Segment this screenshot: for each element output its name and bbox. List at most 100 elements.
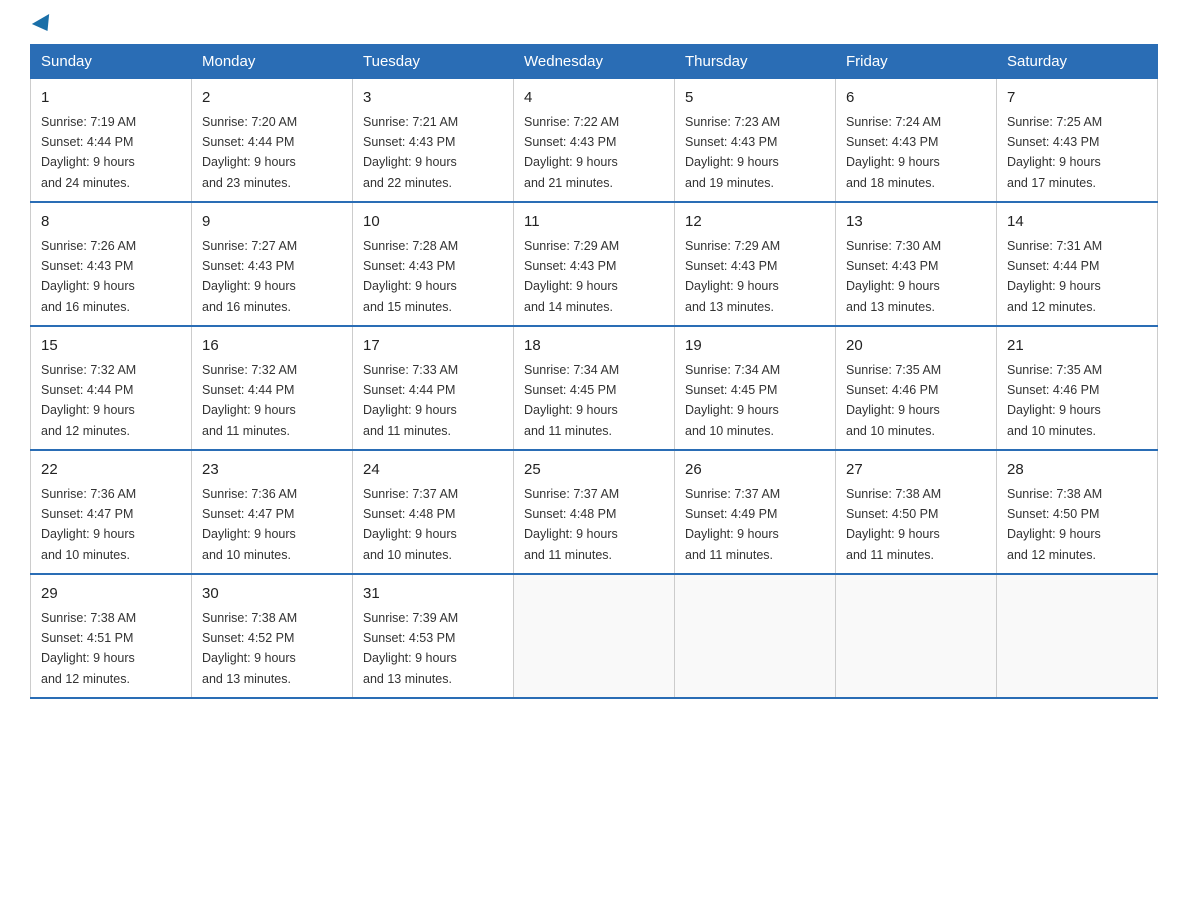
- day-number: 29: [41, 583, 181, 606]
- weekday-header-sunday: Sunday: [31, 45, 192, 79]
- calendar-table: SundayMondayTuesdayWednesdayThursdayFrid…: [30, 44, 1158, 699]
- day-number: 11: [524, 211, 664, 234]
- day-number: 30: [202, 583, 342, 606]
- day-cell: 26 Sunrise: 7:37 AMSunset: 4:49 PMDayligh…: [675, 450, 836, 574]
- day-number: 10: [363, 211, 503, 234]
- day-number: 6: [846, 87, 986, 110]
- day-info: Sunrise: 7:19 AMSunset: 4:44 PMDaylight:…: [41, 115, 136, 190]
- day-number: 4: [524, 87, 664, 110]
- day-number: 28: [1007, 459, 1147, 482]
- day-number: 24: [363, 459, 503, 482]
- week-row-2: 8 Sunrise: 7:26 AMSunset: 4:43 PMDaylight…: [31, 202, 1158, 326]
- day-info: Sunrise: 7:34 AMSunset: 4:45 PMDaylight:…: [685, 363, 780, 438]
- day-number: 31: [363, 583, 503, 606]
- day-cell: 20 Sunrise: 7:35 AMSunset: 4:46 PMDayligh…: [836, 326, 997, 450]
- weekday-header-tuesday: Tuesday: [353, 45, 514, 79]
- day-number: 15: [41, 335, 181, 358]
- weekday-header-friday: Friday: [836, 45, 997, 79]
- day-number: 9: [202, 211, 342, 234]
- day-info: Sunrise: 7:38 AMSunset: 4:52 PMDaylight:…: [202, 611, 297, 686]
- weekday-header-thursday: Thursday: [675, 45, 836, 79]
- day-cell: 28 Sunrise: 7:38 AMSunset: 4:50 PMDayligh…: [997, 450, 1158, 574]
- weekday-header-wednesday: Wednesday: [514, 45, 675, 79]
- day-cell: 13Sunrise: 7:30 AMSunset: 4:43 PMDayligh…: [836, 202, 997, 326]
- day-number: 25: [524, 459, 664, 482]
- day-info: Sunrise: 7:27 AMSunset: 4:43 PMDaylight:…: [202, 239, 297, 314]
- day-cell: [997, 574, 1158, 698]
- day-info: Sunrise: 7:38 AMSunset: 4:50 PMDaylight:…: [846, 487, 941, 562]
- day-cell: 9 Sunrise: 7:27 AMSunset: 4:43 PMDaylight…: [192, 202, 353, 326]
- day-number: 16: [202, 335, 342, 358]
- day-number: 22: [41, 459, 181, 482]
- day-number: 17: [363, 335, 503, 358]
- day-cell: 10 Sunrise: 7:28 AMSunset: 4:43 PMDayligh…: [353, 202, 514, 326]
- day-cell: 2Sunrise: 7:20 AMSunset: 4:44 PMDaylight…: [192, 79, 353, 203]
- day-cell: 15Sunrise: 7:32 AMSunset: 4:44 PMDayligh…: [31, 326, 192, 450]
- day-info: Sunrise: 7:29 AMSunset: 4:43 PMDaylight:…: [685, 239, 780, 314]
- week-row-5: 29 Sunrise: 7:38 AMSunset: 4:51 PMDayligh…: [31, 574, 1158, 698]
- day-info: Sunrise: 7:22 AMSunset: 4:43 PMDaylight:…: [524, 115, 619, 190]
- day-cell: [514, 574, 675, 698]
- day-cell: 4 Sunrise: 7:22 AMSunset: 4:43 PMDaylight…: [514, 79, 675, 203]
- day-info: Sunrise: 7:37 AMSunset: 4:48 PMDaylight:…: [363, 487, 458, 562]
- day-info: Sunrise: 7:38 AMSunset: 4:51 PMDaylight:…: [41, 611, 136, 686]
- weekday-header-monday: Monday: [192, 45, 353, 79]
- logo-triangle-icon: [32, 14, 56, 36]
- weekday-header-saturday: Saturday: [997, 45, 1158, 79]
- week-row-3: 15 Sunrise: 7:32 AMSunset: 4:44 PMDayligh…: [31, 326, 1158, 450]
- day-cell: 29 Sunrise: 7:38 AMSunset: 4:51 PMDayligh…: [31, 574, 192, 698]
- day-number: 14: [1007, 211, 1147, 234]
- day-cell: 8 Sunrise: 7:26 AMSunset: 4:43 PMDaylight…: [31, 202, 192, 326]
- day-cell: 6 Sunrise: 7:24 AMSunset: 4:43 PMDaylight…: [836, 79, 997, 203]
- day-info: Sunrise: 7:32 AMSunset: 4:44 PMDaylight:…: [202, 363, 297, 438]
- week-row-4: 22 Sunrise: 7:36 AMSunset: 4:47 PMDayligh…: [31, 450, 1158, 574]
- day-info: Sunrise: 7:36 AMSunset: 4:47 PMDaylight:…: [202, 487, 297, 562]
- day-cell: 23 Sunrise: 7:36 AMSunset: 4:47 PMDayligh…: [192, 450, 353, 574]
- day-cell: 17Sunrise: 7:33 AMSunset: 4:44 PMDayligh…: [353, 326, 514, 450]
- day-number: 23: [202, 459, 342, 482]
- page-header: [30, 20, 1158, 34]
- day-info: Sunrise: 7:24 AMSunset: 4:43 PMDaylight:…: [846, 115, 941, 190]
- day-info: Sunrise: 7:26 AMSunset: 4:43 PMDaylight:…: [41, 239, 136, 314]
- day-cell: 24 Sunrise: 7:37 AMSunset: 4:48 PMDayligh…: [353, 450, 514, 574]
- day-info: Sunrise: 7:37 AMSunset: 4:49 PMDaylight:…: [685, 487, 780, 562]
- day-cell: 30 Sunrise: 7:38 AMSunset: 4:52 PMDayligh…: [192, 574, 353, 698]
- day-info: Sunrise: 7:35 AMSunset: 4:46 PMDaylight:…: [846, 363, 941, 438]
- day-info: Sunrise: 7:29 AMSunset: 4:43 PMDaylight:…: [524, 239, 619, 314]
- day-cell: 31 Sunrise: 7:39 AMSunset: 4:53 PMDayligh…: [353, 574, 514, 698]
- day-cell: 5Sunrise: 7:23 AMSunset: 4:43 PMDaylight…: [675, 79, 836, 203]
- day-cell: 12 Sunrise: 7:29 AMSunset: 4:43 PMDayligh…: [675, 202, 836, 326]
- day-number: 19: [685, 335, 825, 358]
- day-number: 3: [363, 87, 503, 110]
- day-number: 12: [685, 211, 825, 234]
- day-info: Sunrise: 7:35 AMSunset: 4:46 PMDaylight:…: [1007, 363, 1102, 438]
- day-info: Sunrise: 7:36 AMSunset: 4:47 PMDaylight:…: [41, 487, 136, 562]
- day-number: 26: [685, 459, 825, 482]
- day-cell: [675, 574, 836, 698]
- day-info: Sunrise: 7:37 AMSunset: 4:48 PMDaylight:…: [524, 487, 619, 562]
- day-info: Sunrise: 7:39 AMSunset: 4:53 PMDaylight:…: [363, 611, 458, 686]
- day-cell: 22 Sunrise: 7:36 AMSunset: 4:47 PMDayligh…: [31, 450, 192, 574]
- week-row-1: 1Sunrise: 7:19 AMSunset: 4:44 PMDaylight…: [31, 79, 1158, 203]
- day-cell: 25 Sunrise: 7:37 AMSunset: 4:48 PMDayligh…: [514, 450, 675, 574]
- day-cell: 19 Sunrise: 7:34 AMSunset: 4:45 PMDayligh…: [675, 326, 836, 450]
- day-info: Sunrise: 7:31 AMSunset: 4:44 PMDaylight:…: [1007, 239, 1102, 314]
- day-info: Sunrise: 7:20 AMSunset: 4:44 PMDaylight:…: [202, 115, 297, 190]
- day-info: Sunrise: 7:30 AMSunset: 4:43 PMDaylight:…: [846, 239, 941, 314]
- day-cell: 18Sunrise: 7:34 AMSunset: 4:45 PMDayligh…: [514, 326, 675, 450]
- day-cell: 11 Sunrise: 7:29 AMSunset: 4:43 PMDayligh…: [514, 202, 675, 326]
- weekday-header-row: SundayMondayTuesdayWednesdayThursdayFrid…: [31, 45, 1158, 79]
- day-number: 21: [1007, 335, 1147, 358]
- day-number: 27: [846, 459, 986, 482]
- day-info: Sunrise: 7:25 AMSunset: 4:43 PMDaylight:…: [1007, 115, 1102, 190]
- logo: [30, 20, 54, 34]
- day-number: 20: [846, 335, 986, 358]
- day-number: 8: [41, 211, 181, 234]
- day-cell: 21 Sunrise: 7:35 AMSunset: 4:46 PMDayligh…: [997, 326, 1158, 450]
- day-cell: 27 Sunrise: 7:38 AMSunset: 4:50 PMDayligh…: [836, 450, 997, 574]
- day-cell: [836, 574, 997, 698]
- day-info: Sunrise: 7:38 AMSunset: 4:50 PMDaylight:…: [1007, 487, 1102, 562]
- day-info: Sunrise: 7:28 AMSunset: 4:43 PMDaylight:…: [363, 239, 458, 314]
- day-number: 18: [524, 335, 664, 358]
- day-number: 5: [685, 87, 825, 110]
